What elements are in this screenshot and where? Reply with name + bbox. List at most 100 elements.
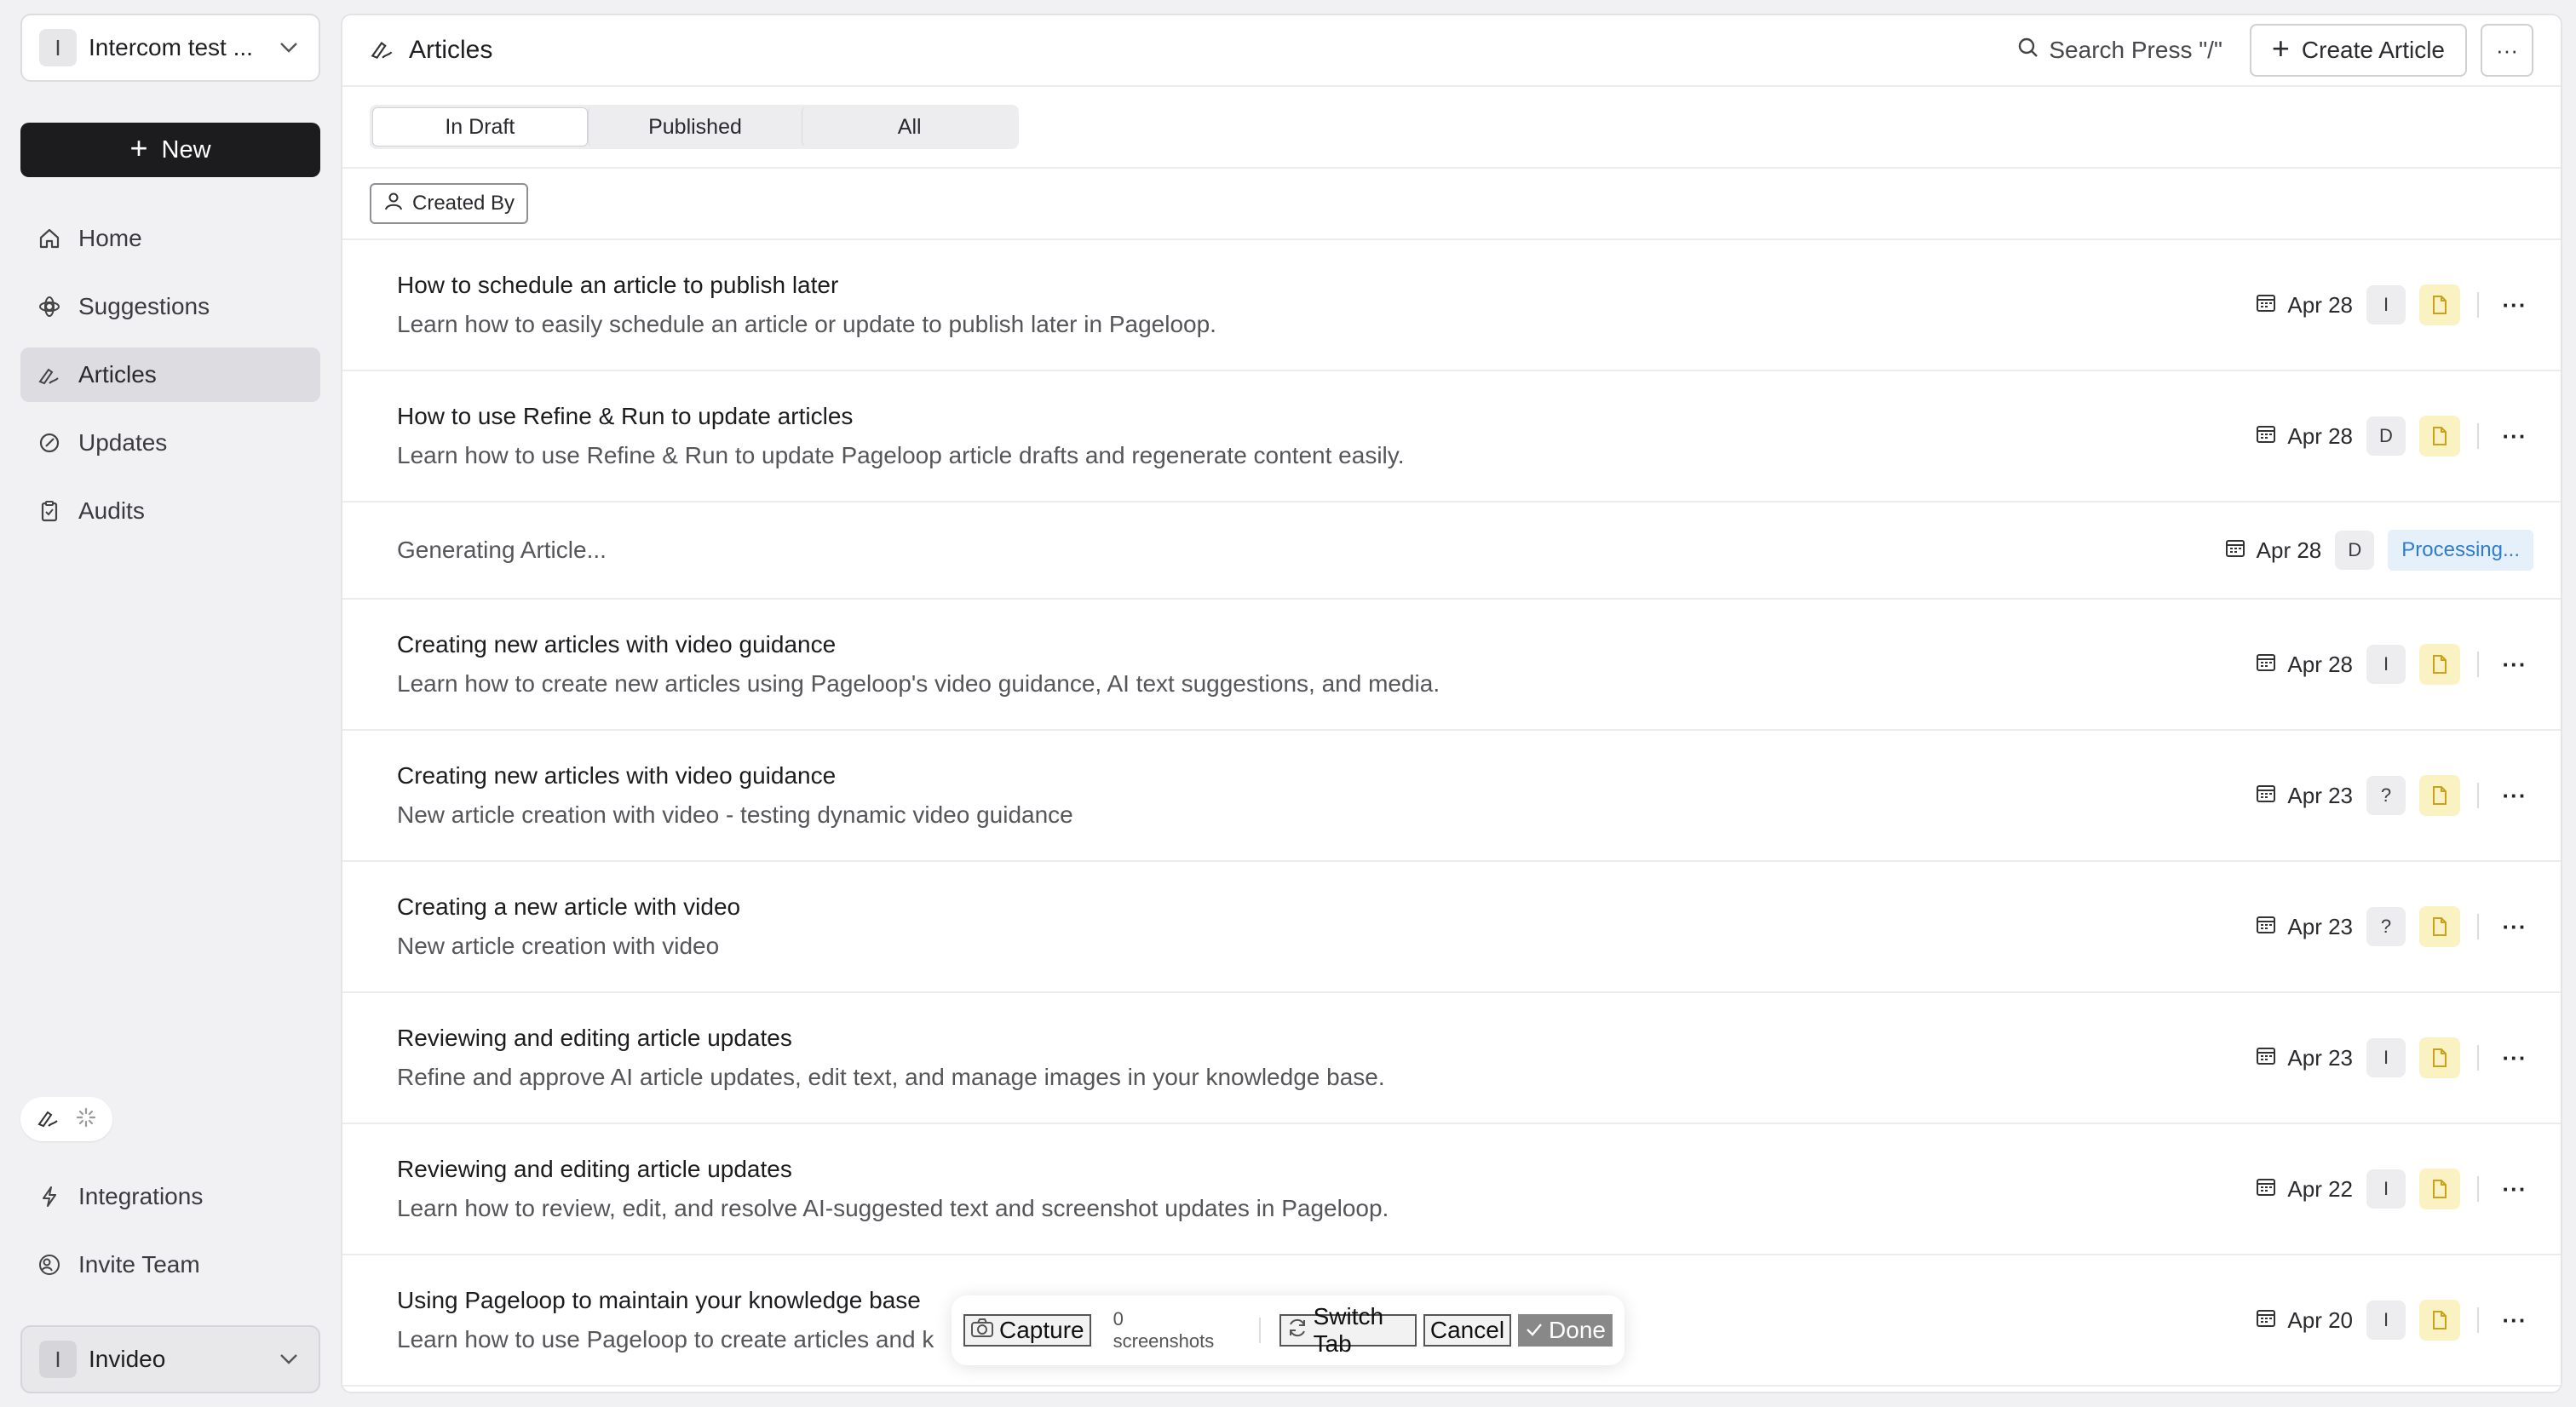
create-article-button[interactable]: + Create Article — [2249, 24, 2467, 77]
article-title: Creating new articles with video guidanc… — [397, 762, 837, 789]
main-panel: Articles Search Press "/" + Create Artic… — [341, 14, 2562, 1393]
author-avatar: I — [2366, 1038, 2406, 1077]
draft-document-icon — [2419, 1300, 2460, 1341]
new-button[interactable]: + New — [20, 123, 320, 177]
article-text: Creating new articles with video guidanc… — [397, 762, 2255, 829]
status-tabs-bar: In Draft Published All — [342, 87, 2561, 169]
tab-published[interactable]: Published — [587, 107, 802, 146]
article-date: Apr 28 — [2224, 537, 2321, 565]
tab-all[interactable]: All — [802, 107, 1016, 146]
article-row[interactable]: Reviewing and editing article updates Le… — [342, 1124, 2561, 1255]
article-text: Creating new articles with video guidanc… — [397, 631, 2255, 698]
workspace-switcher[interactable]: I Intercom test ... — [20, 14, 320, 82]
draft-document-icon — [2419, 1037, 2460, 1078]
author-avatar: D — [2335, 531, 2375, 570]
sidebar-item-articles[interactable]: Articles — [20, 347, 320, 402]
check-icon — [1525, 1317, 1544, 1344]
article-description: Learn how to review, edit, and resolve A… — [397, 1195, 1389, 1221]
article-description: Learn how to use Refine & Run to update … — [397, 442, 1405, 468]
author-avatar: I — [2366, 1301, 2406, 1340]
team-switcher[interactable]: I Invideo — [20, 1325, 320, 1393]
article-date: Apr 23 — [2255, 782, 2353, 810]
tab-in-draft[interactable]: In Draft — [372, 107, 588, 146]
switch-tab-button[interactable]: Switch Tab — [1279, 1303, 1417, 1357]
sidebar-item-integrations[interactable]: Integrations — [20, 1169, 320, 1224]
row-more-button[interactable]: ··· — [2496, 1045, 2533, 1071]
articles-icon — [36, 361, 63, 388]
article-meta: Apr 23 ? ··· — [2255, 906, 2533, 947]
article-text: How to schedule an article to publish la… — [397, 272, 2255, 338]
article-meta: Apr 22 I ··· — [2255, 1169, 2533, 1209]
done-label: Done — [1549, 1317, 1606, 1343]
article-date: Apr 23 — [2255, 1044, 2353, 1072]
search-button[interactable]: Search Press "/" — [2016, 36, 2222, 66]
sidebar-item-label: Invite Team — [78, 1251, 200, 1278]
article-description: Refine and approve AI article updates, e… — [397, 1064, 1385, 1090]
article-row[interactable]: Creating new articles with video guidanc… — [342, 731, 2561, 862]
article-description: Learn how to easily schedule an article … — [397, 311, 1216, 337]
row-more-button[interactable]: ··· — [2496, 292, 2533, 319]
article-title: Reviewing and editing article updates — [397, 1156, 792, 1182]
article-title: How to schedule an article to publish la… — [397, 272, 839, 298]
loading-spinner-icon — [75, 1106, 97, 1133]
row-more-button[interactable]: ··· — [2496, 1307, 2533, 1334]
article-date-label: Apr 23 — [2287, 1044, 2353, 1071]
divider — [2477, 1045, 2479, 1071]
author-avatar: ? — [2366, 776, 2406, 815]
home-icon — [36, 225, 63, 252]
article-title: How to use Refine & Run to update articl… — [397, 403, 854, 429]
article-text: Reviewing and editing article updates Re… — [397, 1025, 2255, 1091]
sidebar-item-invite-team[interactable]: Invite Team — [20, 1238, 320, 1292]
sidebar-item-home[interactable]: Home — [20, 211, 320, 266]
divider — [2477, 1176, 2479, 1202]
article-row[interactable]: Reviewing and editing article updates Re… — [342, 993, 2561, 1124]
row-more-button[interactable]: ··· — [2496, 783, 2533, 809]
article-date-label: Apr 22 — [2287, 1175, 2353, 1202]
articles-icon — [37, 1106, 60, 1134]
sidebar-item-updates[interactable]: Updates — [20, 416, 320, 470]
row-more-button[interactable]: ··· — [2496, 652, 2533, 678]
done-button[interactable]: Done — [1518, 1314, 1613, 1347]
article-meta: Apr 20 I ··· — [2255, 1300, 2533, 1341]
divider — [2477, 914, 2479, 939]
filter-label: Created By — [412, 192, 515, 215]
sidebar-item-audits[interactable]: Audits — [20, 484, 320, 538]
filter-bar: Created By — [342, 169, 2561, 240]
article-date: Apr 28 — [2255, 291, 2353, 319]
divider — [2477, 652, 2479, 677]
article-date-label: Apr 28 — [2287, 422, 2353, 449]
article-row[interactable]: Creating a new article with video New ar… — [342, 862, 2561, 993]
article-row-generating: Generating Article... Apr 28 D Processin… — [342, 502, 2561, 600]
row-more-button[interactable]: ··· — [2496, 423, 2533, 450]
status-tabs: In Draft Published All — [370, 105, 1019, 149]
author-avatar: I — [2366, 1169, 2406, 1209]
more-options-button[interactable]: ··· — [2481, 24, 2533, 77]
chevron-down-icon — [276, 35, 302, 60]
workspace-name: Intercom test ... — [89, 34, 253, 60]
divider — [2477, 423, 2479, 449]
row-more-button[interactable]: ··· — [2496, 1176, 2533, 1203]
row-more-button[interactable]: ··· — [2496, 914, 2533, 940]
page-title-wrap: Articles — [370, 36, 2016, 66]
sidebar-item-label: Home — [78, 225, 142, 251]
page-title: Articles — [409, 36, 493, 64]
mode-toggle[interactable] — [20, 1097, 112, 1141]
calendar-icon — [2255, 651, 2277, 679]
calendar-icon — [2255, 913, 2277, 941]
draft-document-icon — [2419, 416, 2460, 457]
article-row[interactable]: How to use Refine & Run to update articl… — [342, 371, 2561, 502]
cancel-button[interactable]: Cancel — [1423, 1314, 1512, 1347]
article-row[interactable]: Creating new articles with video guidanc… — [342, 600, 2561, 731]
audits-icon — [36, 497, 63, 525]
calendar-icon — [2255, 1306, 2277, 1335]
calendar-icon — [2255, 291, 2277, 319]
article-text: Creating a new article with video New ar… — [397, 893, 2255, 960]
team-name: Invideo — [89, 1346, 166, 1372]
sidebar: I Intercom test ... + New Home Suggestio… — [0, 0, 339, 1407]
created-by-filter[interactable]: Created By — [370, 183, 529, 224]
sidebar-item-suggestions[interactable]: Suggestions — [20, 279, 320, 334]
camera-icon — [970, 1317, 994, 1344]
capture-button[interactable]: Capture — [963, 1314, 1091, 1347]
screenshot-count: 0 screenshots — [1113, 1308, 1215, 1352]
article-row[interactable]: How to schedule an article to publish la… — [342, 240, 2561, 371]
